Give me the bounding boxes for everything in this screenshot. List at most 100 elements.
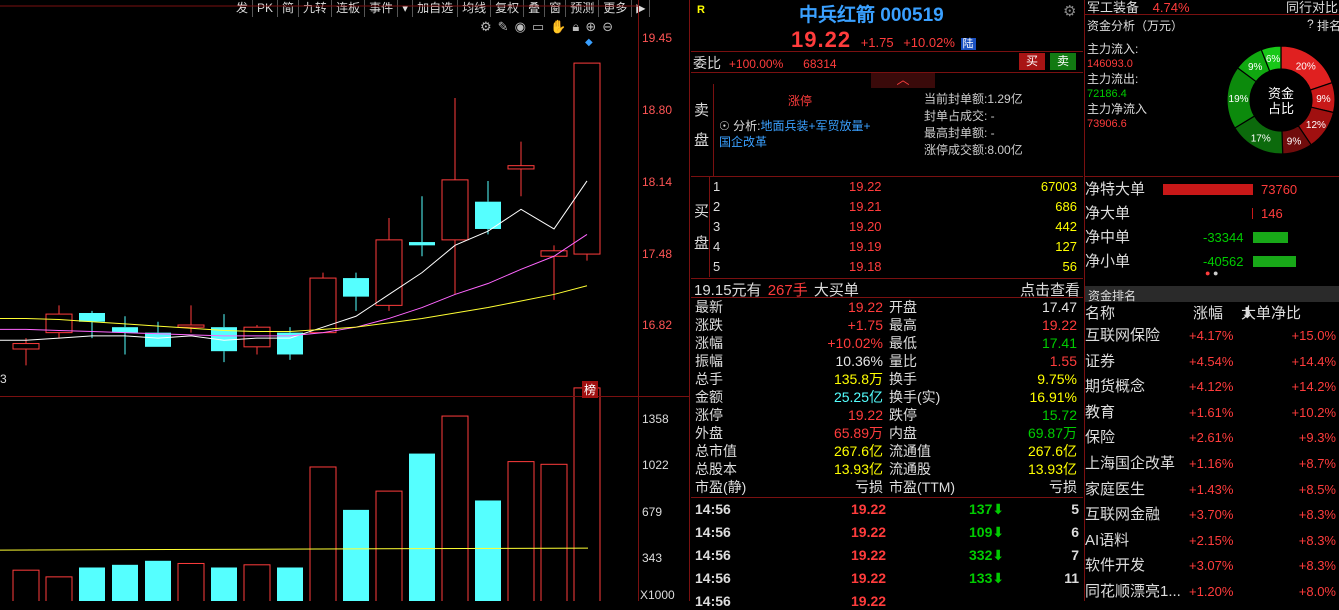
volume-bar [211, 567, 237, 601]
flow-bar [1252, 208, 1253, 219]
candle[interactable] [45, 305, 73, 339]
rank-row[interactable]: 家庭医生 +1.43% +8.5% [1085, 477, 1339, 502]
rank-net-ratio: +14.4% [1291, 353, 1336, 369]
rank-row[interactable]: 软件开发 +3.07% +8.3% [1085, 553, 1339, 578]
donut-segment-label: 19% [1229, 94, 1249, 105]
candlestick-svg[interactable] [0, 0, 640, 601]
rank-change: +3.70% [1189, 507, 1234, 523]
candle[interactable] [375, 218, 403, 311]
rank-change: +2.61% [1189, 430, 1234, 446]
donut-segment-label: 9% [1316, 94, 1331, 105]
stat-value: +10.02% [827, 335, 883, 351]
rank-row[interactable]: 同花顺漂亮1... +1.20% +8.0% [1085, 579, 1339, 604]
volume-bar [540, 463, 568, 601]
bid-row[interactable]: 1 19.22 67003 [713, 178, 1077, 196]
candle[interactable] [277, 327, 303, 360]
stat-label: 内盘 [889, 425, 917, 441]
candle[interactable] [573, 62, 601, 261]
candle[interactable] [309, 272, 337, 334]
donut-center-label: 资金 占比 [1267, 86, 1294, 116]
buy-button[interactable]: 买 [1019, 53, 1045, 70]
flow-value: 73760 [1261, 182, 1298, 197]
flow-row: 净特大单 73760 [1085, 177, 1339, 202]
stat-row: 金额 25.25亿 换手(实) 16.91% [695, 388, 1079, 406]
tick-count: 11 [1064, 570, 1079, 586]
rank-change: +1.61% [1189, 404, 1234, 420]
candle[interactable] [243, 325, 271, 355]
flow-row: 净中单 -33344 [1085, 225, 1339, 250]
bid-volume: 56 [1062, 259, 1077, 274]
gear-icon[interactable]: ⚙ [1063, 2, 1076, 20]
price-tick-label: 18.14 [642, 175, 673, 189]
collapse-toggle[interactable]: ︿ [871, 72, 935, 88]
rank-row[interactable]: 证券 +4.54% +14.4% [1085, 349, 1339, 374]
rank-name: 软件开发 [1085, 557, 1146, 575]
rank-change: +4.54% [1189, 353, 1234, 369]
stat-value: 19.22 [1041, 317, 1077, 333]
tick-price: 19.22 [851, 593, 887, 609]
candle[interactable] [343, 272, 369, 311]
sell-button[interactable]: 卖 [1050, 53, 1076, 70]
tick-price: 19.22 [851, 570, 887, 586]
volume-bar [309, 466, 337, 601]
analysis-text[interactable]: ☉ 分析:地面兵装+军贸放量+ 国企改革 [719, 118, 919, 150]
volume-tick-label: 1022 [642, 458, 669, 472]
rank-row[interactable]: 互联网保险 +4.17% +15.0% [1085, 323, 1339, 348]
candle[interactable] [79, 310, 105, 339]
lu-badge: 陆 [960, 38, 976, 50]
stat-row: 涨停 19.22 跌停 15.72 [695, 406, 1079, 424]
flow-value: -33344 [1203, 230, 1244, 245]
bid-row[interactable]: 3 19.20 442 [713, 218, 1077, 236]
bid-level: 3 [713, 219, 721, 234]
candle[interactable] [112, 316, 138, 355]
tick-price: 19.22 [851, 547, 887, 563]
volume-bar [441, 415, 469, 601]
rank-change: +1.16% [1189, 456, 1234, 471]
help-icon[interactable]: ? [1307, 17, 1314, 31]
page-dots[interactable]: ● ● [1205, 268, 1218, 278]
rank-net-ratio: +8.7% [1298, 456, 1336, 471]
volume-bar [375, 490, 403, 601]
rank-change: +4.12% [1189, 379, 1234, 395]
r-badge: R [697, 4, 705, 16]
candle[interactable] [507, 141, 535, 197]
stat-value: 亏损 [855, 479, 883, 495]
rank-row[interactable]: 保险 +2.61% +9.3% [1085, 425, 1339, 450]
rank-row[interactable]: 上海国企改革 +1.16% +8.7% [1085, 451, 1339, 476]
tick-volume: 137⬇ [969, 500, 1004, 518]
candle[interactable] [441, 98, 469, 295]
stat-value: 亏损 [1049, 479, 1077, 495]
stat-label: 跌停 [889, 407, 917, 423]
candle[interactable] [211, 314, 237, 363]
price-axis-divider [638, 0, 639, 601]
rank-row[interactable]: 期货概念 +4.12% +14.2% [1085, 374, 1339, 399]
tick-volume-value: 332 [969, 547, 993, 563]
rank-net-ratio: +8.5% [1298, 481, 1336, 497]
rank-link[interactable]: 排名 [1317, 17, 1339, 34]
rank-row[interactable]: AI语料 +2.15% +8.3% [1085, 528, 1339, 553]
bid-row[interactable]: 5 19.18 56 [713, 258, 1077, 276]
bid-row[interactable]: 4 19.19 127 [713, 238, 1077, 256]
stat-value: 1.55 [1049, 353, 1077, 369]
rank-row[interactable]: 教育 +1.61% +10.2% [1085, 400, 1339, 425]
bid-row[interactable]: 2 19.21 686 [713, 198, 1077, 216]
candle[interactable] [12, 338, 40, 366]
rank-name: 期货概念 [1085, 378, 1146, 396]
stat-label: 最新 [695, 299, 723, 315]
rank-row[interactable]: 互联网金融 +3.70% +8.3% [1085, 502, 1339, 527]
volume-bar [507, 461, 535, 601]
volume-tick-label: 1358 [642, 412, 669, 426]
stat-value: 65.89万 [833, 425, 883, 441]
candle[interactable] [409, 196, 435, 257]
kline-chart-panel[interactable]: 发 PK 简九转 连板 事件 ▾ 加自选 均线 复权叠窗预测 更多 ▶ ⚙ ✎ ◉ ▭ ✋ 🔒︎ ⊕… [0, 0, 690, 602]
rank-change: +1.43% [1189, 481, 1234, 497]
rank-name: 教育 [1085, 403, 1116, 421]
stat-label: 流通值 [889, 443, 931, 459]
candle[interactable] [475, 180, 501, 235]
sell-area-divider [713, 84, 714, 176]
rank-badge[interactable]: 榜 [582, 381, 599, 398]
price-change-pct: +10.02% [903, 35, 955, 50]
seal-info: 当前封单额:1.29亿 封单占成交: - 最高封单额: - 涨停成交额:8.00… [924, 92, 1023, 157]
stat-row: 总股本 13.93亿 流通股 13.93亿 [695, 460, 1079, 478]
tick-row: 14:56 19.22 137⬇ 5 [695, 500, 1079, 518]
